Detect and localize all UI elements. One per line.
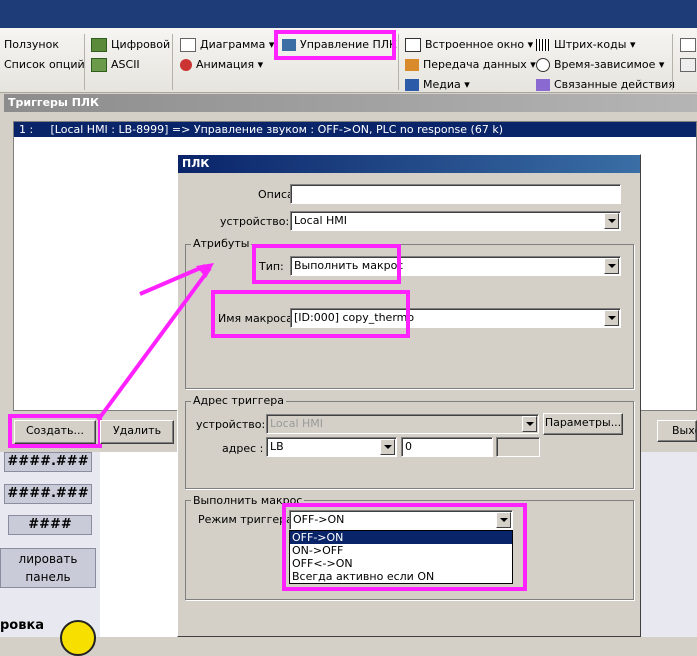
arrow-line-to-macro (96, 266, 212, 422)
annotation-arrows (96, 263, 214, 422)
